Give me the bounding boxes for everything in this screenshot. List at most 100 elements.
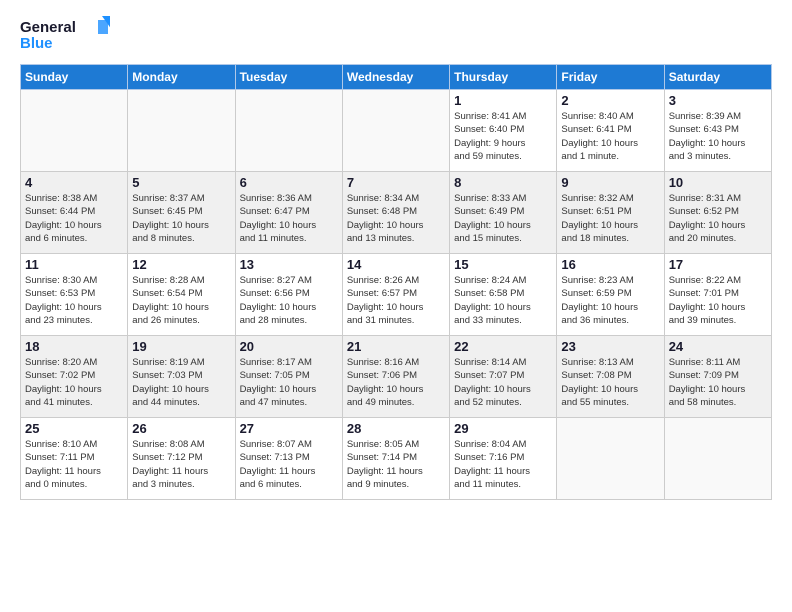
day-info: Sunrise: 8:26 AM Sunset: 6:57 PM Dayligh… [347, 274, 445, 327]
weekday-header-tuesday: Tuesday [235, 65, 342, 90]
calendar-table: SundayMondayTuesdayWednesdayThursdayFrid… [20, 64, 772, 500]
day-info: Sunrise: 8:13 AM Sunset: 7:08 PM Dayligh… [561, 356, 659, 409]
day-info: Sunrise: 8:11 AM Sunset: 7:09 PM Dayligh… [669, 356, 767, 409]
day-cell: 25 Sunrise: 8:10 AM Sunset: 7:11 PM Dayli… [21, 418, 128, 500]
day-number: 12 [132, 257, 230, 272]
day-cell: 28 Sunrise: 8:05 AM Sunset: 7:14 PM Dayli… [342, 418, 449, 500]
day-info: Sunrise: 8:17 AM Sunset: 7:05 PM Dayligh… [240, 356, 338, 409]
day-cell [235, 90, 342, 172]
day-cell: 14 Sunrise: 8:26 AM Sunset: 6:57 PM Dayli… [342, 254, 449, 336]
day-info: Sunrise: 8:08 AM Sunset: 7:12 PM Dayligh… [132, 438, 230, 491]
day-info: Sunrise: 8:34 AM Sunset: 6:48 PM Dayligh… [347, 192, 445, 245]
logo: General Blue [20, 16, 110, 56]
day-info: Sunrise: 8:05 AM Sunset: 7:14 PM Dayligh… [347, 438, 445, 491]
day-cell: 2 Sunrise: 8:40 AM Sunset: 6:41 PM Daylig… [557, 90, 664, 172]
day-number: 27 [240, 421, 338, 436]
day-number: 19 [132, 339, 230, 354]
svg-text:Blue: Blue [20, 35, 53, 52]
day-cell: 13 Sunrise: 8:27 AM Sunset: 6:56 PM Dayli… [235, 254, 342, 336]
day-cell: 16Sunrise: 8:23 AM Sunset: 6:59 PM Dayli… [557, 254, 664, 336]
day-cell: 1 Sunrise: 8:41 AM Sunset: 6:40 PM Daylig… [450, 90, 557, 172]
day-number: 10 [669, 175, 767, 190]
day-number: 20 [240, 339, 338, 354]
day-cell: 12 Sunrise: 8:28 AM Sunset: 6:54 PM Dayli… [128, 254, 235, 336]
day-cell: 24 Sunrise: 8:11 AM Sunset: 7:09 PM Dayli… [664, 336, 771, 418]
day-info: Sunrise: 8:28 AM Sunset: 6:54 PM Dayligh… [132, 274, 230, 327]
day-info: Sunrise: 8:20 AM Sunset: 7:02 PM Dayligh… [25, 356, 123, 409]
day-number: 2 [561, 93, 659, 108]
day-cell: 22 Sunrise: 8:14 AM Sunset: 7:07 PM Dayli… [450, 336, 557, 418]
day-cell: 15Sunrise: 8:24 AM Sunset: 6:58 PM Dayli… [450, 254, 557, 336]
day-cell: 19 Sunrise: 8:19 AM Sunset: 7:03 PM Dayli… [128, 336, 235, 418]
day-info: Sunrise: 8:14 AM Sunset: 7:07 PM Dayligh… [454, 356, 552, 409]
day-info: Sunrise: 8:24 AM Sunset: 6:58 PM Dayligh… [454, 274, 552, 327]
day-info: Sunrise: 8:27 AM Sunset: 6:56 PM Dayligh… [240, 274, 338, 327]
day-cell: 6Sunrise: 8:36 AM Sunset: 6:47 PM Daylig… [235, 172, 342, 254]
day-info: Sunrise: 8:22 AM Sunset: 7:01 PM Dayligh… [669, 274, 767, 327]
week-row-5: 25 Sunrise: 8:10 AM Sunset: 7:11 PM Dayli… [21, 418, 772, 500]
week-row-1: 1 Sunrise: 8:41 AM Sunset: 6:40 PM Daylig… [21, 90, 772, 172]
day-number: 25 [25, 421, 123, 436]
week-row-2: 4 Sunrise: 8:38 AM Sunset: 6:44 PM Daylig… [21, 172, 772, 254]
day-number: 5 [132, 175, 230, 190]
day-cell: 20 Sunrise: 8:17 AM Sunset: 7:05 PM Dayli… [235, 336, 342, 418]
day-number: 26 [132, 421, 230, 436]
day-cell: 3Sunrise: 8:39 AM Sunset: 6:43 PM Daylig… [664, 90, 771, 172]
day-number: 8 [454, 175, 552, 190]
day-cell: 27 Sunrise: 8:07 AM Sunset: 7:13 PM Dayli… [235, 418, 342, 500]
day-number: 22 [454, 339, 552, 354]
day-number: 7 [347, 175, 445, 190]
day-cell [21, 90, 128, 172]
day-cell [128, 90, 235, 172]
day-cell: 17Sunrise: 8:22 AM Sunset: 7:01 PM Dayli… [664, 254, 771, 336]
day-number: 14 [347, 257, 445, 272]
day-number: 1 [454, 93, 552, 108]
day-info: Sunrise: 8:40 AM Sunset: 6:41 PM Dayligh… [561, 110, 659, 163]
day-cell: 29Sunrise: 8:04 AM Sunset: 7:16 PM Dayli… [450, 418, 557, 500]
day-number: 18 [25, 339, 123, 354]
day-info: Sunrise: 8:07 AM Sunset: 7:13 PM Dayligh… [240, 438, 338, 491]
day-cell: 9 Sunrise: 8:32 AM Sunset: 6:51 PM Daylig… [557, 172, 664, 254]
day-info: Sunrise: 8:19 AM Sunset: 7:03 PM Dayligh… [132, 356, 230, 409]
day-number: 4 [25, 175, 123, 190]
day-number: 9 [561, 175, 659, 190]
weekday-header-thursday: Thursday [450, 65, 557, 90]
day-number: 6 [240, 175, 338, 190]
day-number: 28 [347, 421, 445, 436]
day-number: 24 [669, 339, 767, 354]
day-info: Sunrise: 8:16 AM Sunset: 7:06 PM Dayligh… [347, 356, 445, 409]
day-info: Sunrise: 8:41 AM Sunset: 6:40 PM Dayligh… [454, 110, 552, 163]
day-number: 13 [240, 257, 338, 272]
day-info: Sunrise: 8:30 AM Sunset: 6:53 PM Dayligh… [25, 274, 123, 327]
day-cell [342, 90, 449, 172]
day-info: Sunrise: 8:04 AM Sunset: 7:16 PM Dayligh… [454, 438, 552, 491]
page-header: General Blue [20, 16, 772, 56]
weekday-header-sunday: Sunday [21, 65, 128, 90]
day-info: Sunrise: 8:23 AM Sunset: 6:59 PM Dayligh… [561, 274, 659, 327]
day-cell: 10 Sunrise: 8:31 AM Sunset: 6:52 PM Dayli… [664, 172, 771, 254]
day-cell: 21 Sunrise: 8:16 AM Sunset: 7:06 PM Dayli… [342, 336, 449, 418]
logo-svg: General Blue [20, 16, 110, 56]
day-cell: 5 Sunrise: 8:37 AM Sunset: 6:45 PM Daylig… [128, 172, 235, 254]
day-cell: 18 Sunrise: 8:20 AM Sunset: 7:02 PM Dayli… [21, 336, 128, 418]
day-info: Sunrise: 8:31 AM Sunset: 6:52 PM Dayligh… [669, 192, 767, 245]
day-cell: 23Sunrise: 8:13 AM Sunset: 7:08 PM Dayli… [557, 336, 664, 418]
day-number: 21 [347, 339, 445, 354]
day-cell: 7 Sunrise: 8:34 AM Sunset: 6:48 PM Daylig… [342, 172, 449, 254]
weekday-header-saturday: Saturday [664, 65, 771, 90]
day-cell [557, 418, 664, 500]
week-row-4: 18 Sunrise: 8:20 AM Sunset: 7:02 PM Dayli… [21, 336, 772, 418]
day-info: Sunrise: 8:32 AM Sunset: 6:51 PM Dayligh… [561, 192, 659, 245]
weekday-header-monday: Monday [128, 65, 235, 90]
day-info: Sunrise: 8:37 AM Sunset: 6:45 PM Dayligh… [132, 192, 230, 245]
day-cell: 4 Sunrise: 8:38 AM Sunset: 6:44 PM Daylig… [21, 172, 128, 254]
weekday-header-wednesday: Wednesday [342, 65, 449, 90]
day-number: 11 [25, 257, 123, 272]
day-info: Sunrise: 8:38 AM Sunset: 6:44 PM Dayligh… [25, 192, 123, 245]
svg-text:General: General [20, 19, 76, 36]
day-cell: 26 Sunrise: 8:08 AM Sunset: 7:12 PM Dayli… [128, 418, 235, 500]
day-info: Sunrise: 8:10 AM Sunset: 7:11 PM Dayligh… [25, 438, 123, 491]
day-cell [664, 418, 771, 500]
day-info: Sunrise: 8:33 AM Sunset: 6:49 PM Dayligh… [454, 192, 552, 245]
logo-text: General Blue [20, 16, 110, 56]
